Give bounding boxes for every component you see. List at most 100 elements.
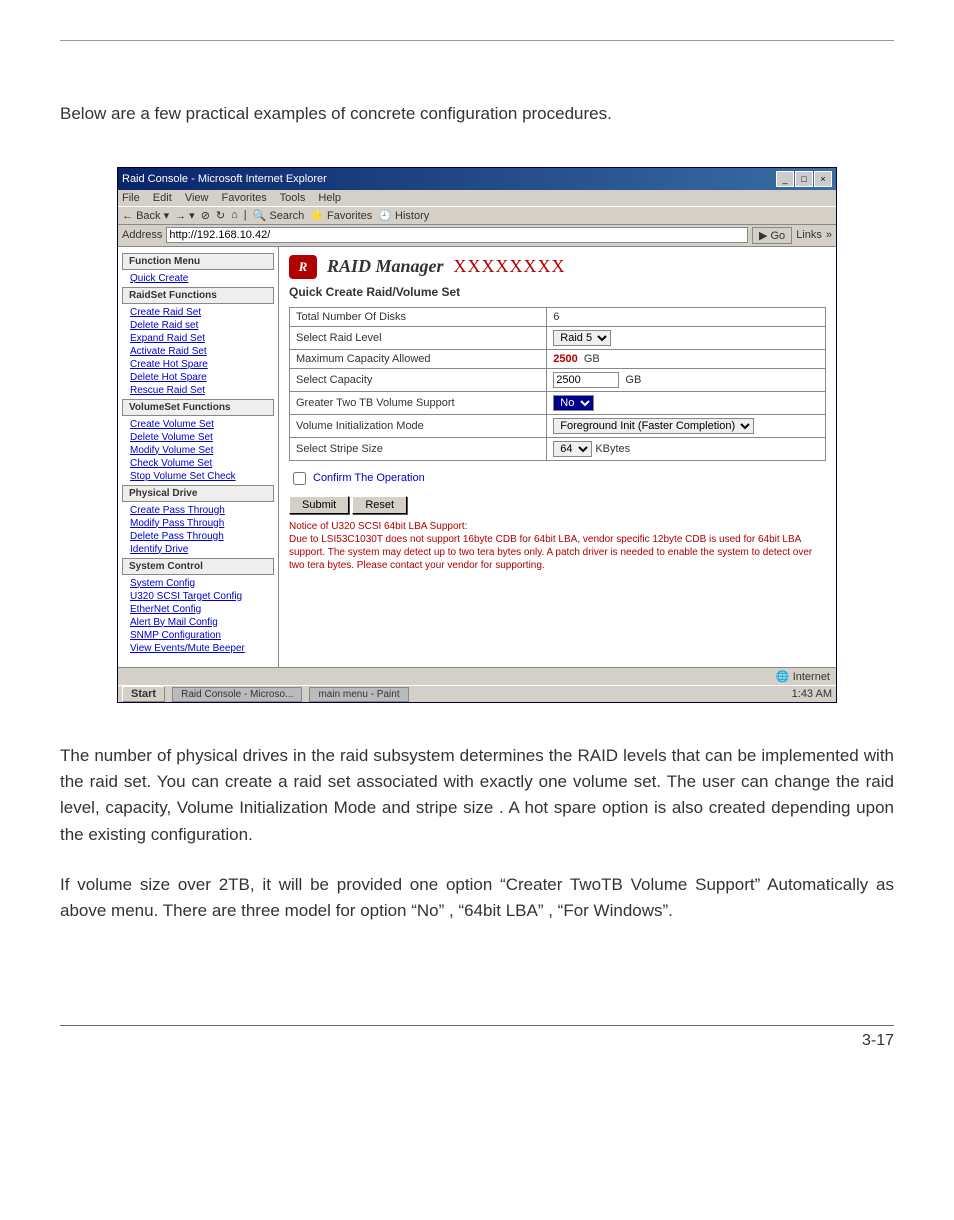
screenshot-container: Raid Console - Microsoft Internet Explor…: [117, 167, 837, 703]
sidebar-stop-volume-check[interactable]: Stop Volume Set Check: [118, 470, 278, 483]
status-right: 🌐 Internet: [776, 670, 830, 683]
go-button[interactable]: ▶ Go: [752, 227, 792, 244]
minimize-button[interactable]: _: [776, 171, 794, 187]
sidebar-expand-raid-set[interactable]: Expand Raid Set: [118, 332, 278, 345]
init-mode-select[interactable]: Foreground Init (Faster Completion): [553, 418, 754, 434]
statusbar: 🌐 Internet: [118, 667, 836, 685]
notice-title: Notice of U320 SCSI 64bit LBA Support:: [289, 521, 467, 532]
brand-model: XXXXXXXX: [454, 256, 566, 277]
menu-view[interactable]: View: [185, 192, 209, 204]
sidebar-delete-hot-spare[interactable]: Delete Hot Spare: [118, 371, 278, 384]
menu-tools[interactable]: Tools: [280, 192, 306, 204]
window-buttons: _ □ ×: [776, 171, 832, 187]
taskbar-clock: 1:43 AM: [792, 688, 832, 700]
init-mode-label: Volume Initialization Mode: [290, 414, 547, 437]
sidebar-u320-config[interactable]: U320 SCSI Target Config: [118, 590, 278, 603]
sel-cap-unit: GB: [625, 374, 641, 386]
hist-label: History: [395, 210, 429, 222]
page-number: 3-17: [862, 1032, 894, 1049]
window-titlebar: Raid Console - Microsoft Internet Explor…: [118, 168, 836, 190]
sidebar-rescue-raid-set[interactable]: Rescue Raid Set: [118, 384, 278, 397]
stripe-unit: KBytes: [595, 443, 630, 455]
section-heading: Quick Create Raid/Volume Set: [289, 285, 826, 299]
ie-window: Raid Console - Microsoft Internet Explor…: [117, 167, 837, 703]
brand-text: RAID Manager: [327, 256, 444, 277]
refresh-icon[interactable]: ↻: [216, 209, 225, 222]
back-button[interactable]: ← Back ▾: [122, 209, 169, 222]
config-table: Total Number Of Disks6 Select Raid Level…: [289, 307, 826, 461]
toolbar: ← Back ▾ → ▾ ⊘ ↻ ⌂ | 🔍 Search ⭐ Favorite…: [118, 206, 836, 225]
sidebar-create-pass-through[interactable]: Create Pass Through: [118, 504, 278, 517]
sidebar-modify-pass-through[interactable]: Modify Pass Through: [118, 517, 278, 530]
status-zone: Internet: [793, 671, 830, 683]
fav-label: Favorites: [327, 210, 372, 222]
address-input[interactable]: [166, 227, 748, 243]
top-rule: [60, 40, 894, 41]
sidebar-create-hot-spare[interactable]: Create Hot Spare: [118, 358, 278, 371]
start-button[interactable]: Start: [122, 686, 165, 702]
sidebar-create-volume-set[interactable]: Create Volume Set: [118, 418, 278, 431]
main-pane: R RAID Manager XXXXXXXX Quick Create Rai…: [279, 247, 836, 667]
confirm-row: Confirm The Operation: [289, 469, 826, 488]
sidebar-delete-pass-through[interactable]: Delete Pass Through: [118, 530, 278, 543]
menu-file[interactable]: File: [122, 192, 140, 204]
search-button[interactable]: 🔍 Search: [253, 209, 305, 222]
body-paragraph-2: If volume size over 2TB, it will be prov…: [60, 872, 894, 925]
intro-paragraph: Below are a few practical examples of co…: [60, 101, 894, 127]
brand-name: RAID: [327, 256, 376, 276]
volset-header: VolumeSet Functions: [122, 399, 274, 416]
task-raid-console[interactable]: Raid Console - Microso...: [172, 687, 302, 702]
task-paint[interactable]: main menu - Paint: [309, 687, 408, 702]
history-button[interactable]: 🕘 History: [378, 209, 429, 222]
brand-mgr: Manager: [376, 256, 444, 276]
sel-cap-input[interactable]: [553, 372, 619, 388]
sidebar-create-raid-set[interactable]: Create Raid Set: [118, 306, 278, 319]
max-cap-label: Maximum Capacity Allowed: [290, 349, 547, 368]
sidebar-check-volume-set[interactable]: Check Volume Set: [118, 457, 278, 470]
sidebar-identify-drive[interactable]: Identify Drive: [118, 543, 278, 556]
brand-logo-icon: R: [289, 255, 317, 279]
stripe-select[interactable]: 64: [553, 441, 592, 457]
reset-button[interactable]: Reset: [352, 496, 407, 514]
total-disks-label: Total Number Of Disks: [290, 307, 547, 326]
sidebar-delete-raid-set[interactable]: Delete Raid set: [118, 319, 278, 332]
confirm-checkbox[interactable]: [293, 472, 306, 485]
addressbar: Address ▶ Go Links »: [118, 225, 836, 247]
go-label: Go: [771, 230, 786, 242]
sidebar-ethernet-config[interactable]: EtherNet Config: [118, 603, 278, 616]
menu-help[interactable]: Help: [318, 192, 341, 204]
sidebar-delete-volume-set[interactable]: Delete Volume Set: [118, 431, 278, 444]
sidebar-quick-create[interactable]: Quick Create: [118, 272, 278, 285]
menu-favorites[interactable]: Favorites: [222, 192, 267, 204]
raid-level-select[interactable]: Raid 5: [553, 330, 611, 346]
notice-block: Notice of U320 SCSI 64bit LBA Support: D…: [289, 520, 826, 572]
back-label: Back: [136, 210, 160, 222]
stripe-label: Select Stripe Size: [290, 437, 547, 460]
window-title: Raid Console - Microsoft Internet Explor…: [122, 173, 327, 185]
sidebar: Function Menu Quick Create RaidSet Funct…: [118, 247, 279, 667]
favorites-button[interactable]: ⭐ Favorites: [310, 209, 372, 222]
forward-button[interactable]: → ▾: [175, 209, 195, 222]
max-cap-value: 2500: [553, 353, 577, 365]
sidebar-activate-raid-set[interactable]: Activate Raid Set: [118, 345, 278, 358]
menu-edit[interactable]: Edit: [153, 192, 172, 204]
stop-icon[interactable]: ⊘: [201, 209, 210, 222]
close-button[interactable]: ×: [814, 171, 832, 187]
sidebar-alert-mail-config[interactable]: Alert By Mail Config: [118, 616, 278, 629]
total-disks-value: 6: [547, 307, 826, 326]
raidset-header: RaidSet Functions: [122, 287, 274, 304]
sidebar-view-events[interactable]: View Events/Mute Beeper: [118, 642, 278, 655]
home-icon[interactable]: ⌂: [231, 209, 238, 221]
taskbar-left: Start Raid Console - Microso... main men…: [122, 688, 409, 700]
maximize-button[interactable]: □: [795, 171, 813, 187]
menubar: File Edit View Favorites Tools Help: [118, 190, 836, 206]
physical-drive-header: Physical Drive: [122, 485, 274, 502]
gt2tb-select[interactable]: No: [553, 395, 594, 411]
sidebar-snmp-config[interactable]: SNMP Configuration: [118, 629, 278, 642]
submit-button[interactable]: Submit: [289, 496, 349, 514]
body-paragraph-1: The number of physical drives in the rai…: [60, 743, 894, 848]
links-label[interactable]: Links: [796, 229, 822, 241]
sidebar-modify-volume-set[interactable]: Modify Volume Set: [118, 444, 278, 457]
page-footer: 3-17: [60, 1025, 894, 1050]
sidebar-system-config[interactable]: System Config: [118, 577, 278, 590]
